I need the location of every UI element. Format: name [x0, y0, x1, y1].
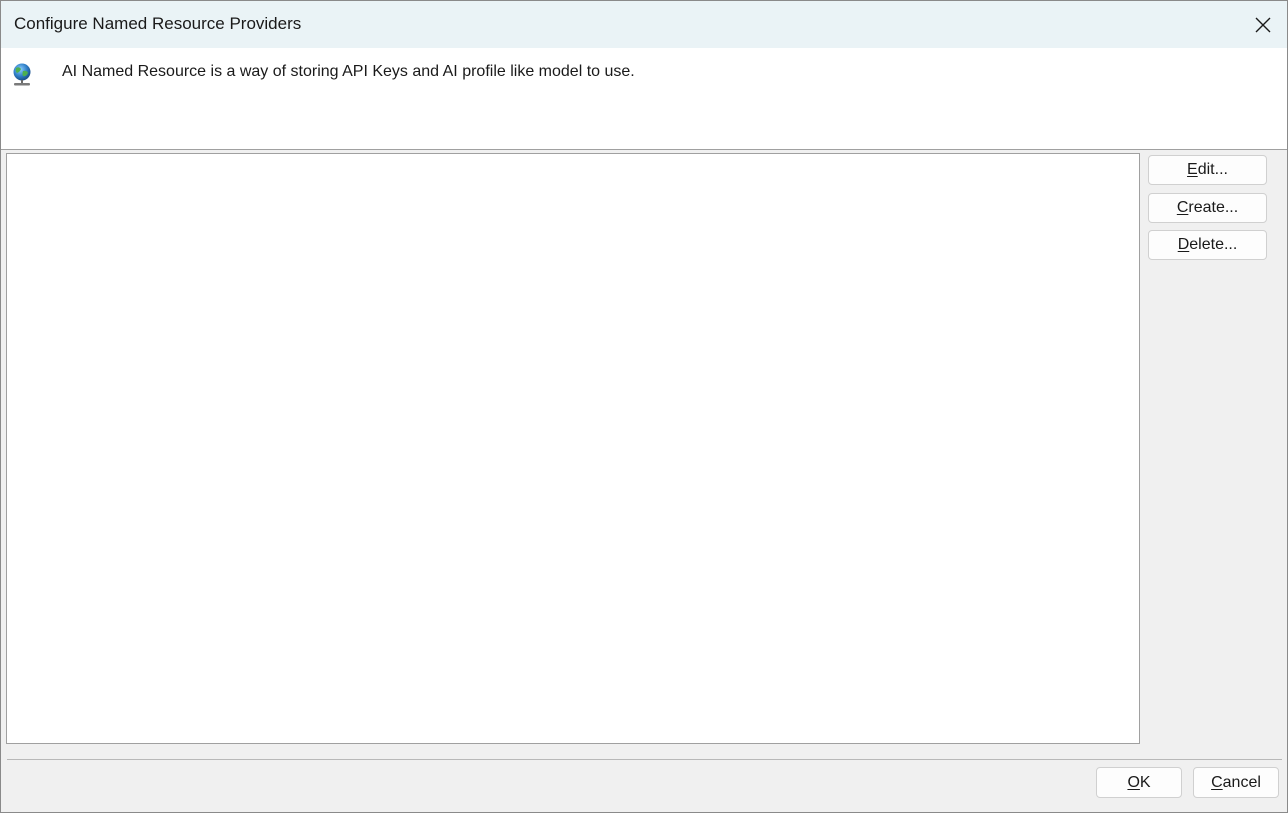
edit-button[interactable]: Edit... — [1148, 155, 1267, 185]
close-icon — [1255, 17, 1271, 32]
globe-network-icon — [13, 63, 31, 86]
create-label: reate... — [1188, 199, 1239, 216]
cancel-label: ancel — [1222, 774, 1261, 791]
dialog-window: Configure Named Resource Providers AI Na… — [0, 0, 1288, 813]
header-panel: AI Named Resource is a way of storing AP… — [1, 48, 1287, 150]
cancel-button[interactable]: Cancel — [1193, 767, 1279, 798]
delete-label: elete... — [1189, 236, 1238, 253]
create-button[interactable]: Create... — [1148, 193, 1267, 223]
header-description: AI Named Resource is a way of storing AP… — [62, 63, 635, 80]
delete-mnemonic: D — [1177, 236, 1190, 253]
ok-label: K — [1139, 774, 1151, 791]
edit-mnemonic: E — [1187, 161, 1198, 178]
footer-separator — [7, 759, 1282, 760]
create-mnemonic: C — [1176, 199, 1189, 216]
ok-button[interactable]: OK — [1096, 767, 1182, 798]
close-button[interactable] — [1239, 1, 1287, 48]
delete-button[interactable]: Delete... — [1148, 230, 1267, 260]
cancel-mnemonic: C — [1211, 774, 1223, 791]
title-bar[interactable]: Configure Named Resource Providers — [1, 1, 1287, 48]
providers-list[interactable] — [6, 153, 1140, 744]
ok-mnemonic: O — [1127, 774, 1140, 791]
window-title: Configure Named Resource Providers — [14, 14, 302, 33]
edit-label: dit... — [1197, 161, 1228, 178]
